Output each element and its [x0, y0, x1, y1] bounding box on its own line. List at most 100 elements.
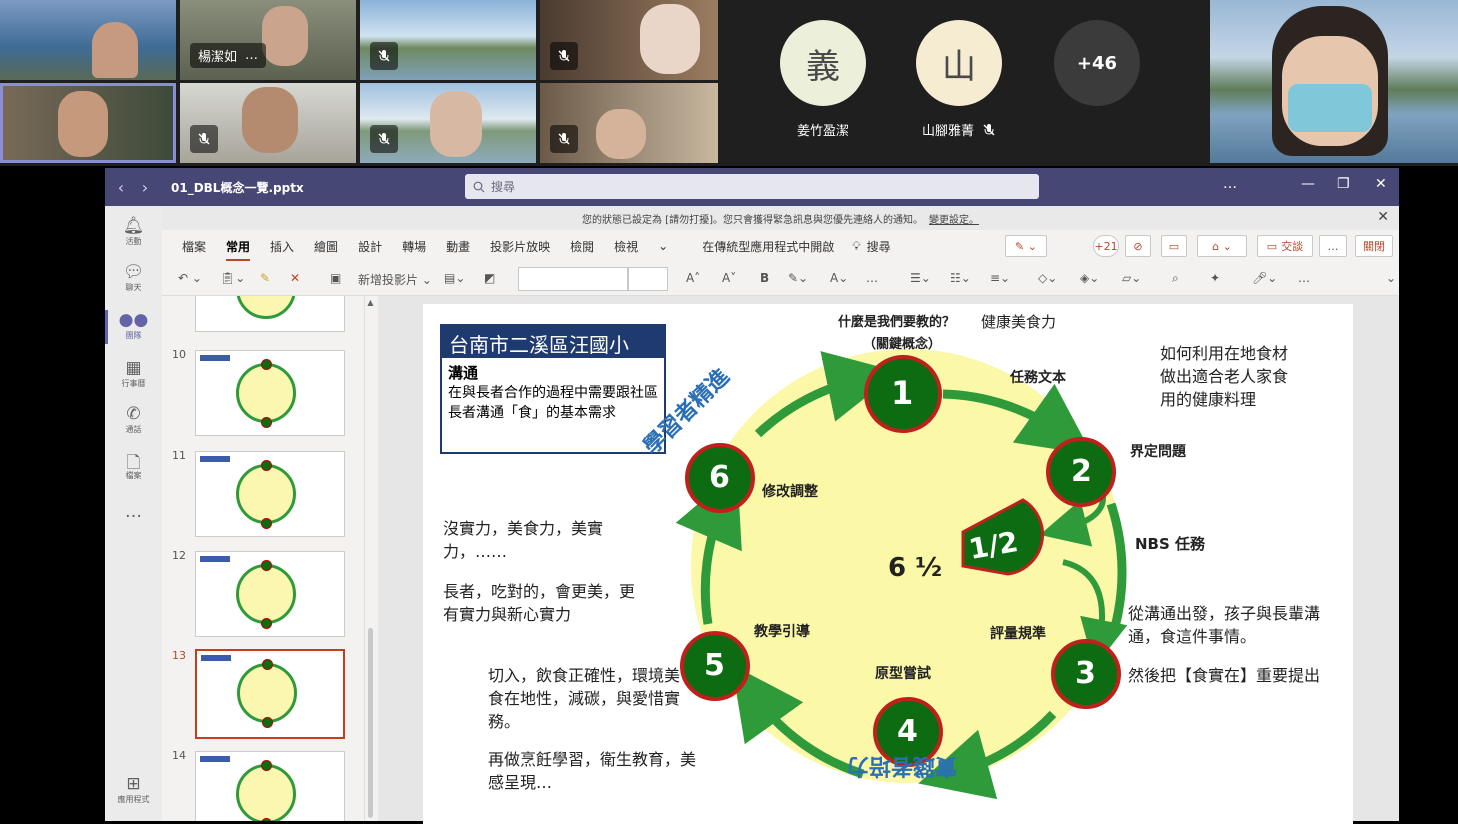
slide-thumbnail[interactable] [195, 350, 345, 436]
delete-icon[interactable]: ✕ [290, 271, 300, 285]
more-options-icon[interactable]: … [1298, 271, 1310, 285]
tab-animations[interactable]: 動畫 [446, 238, 470, 255]
align-icon[interactable]: ≡⌄ [990, 271, 1010, 285]
rail-calendar[interactable]: ▦ 行事曆 [105, 358, 162, 389]
decrease-font-icon[interactable]: A˅ [722, 271, 736, 285]
participant-tile-8[interactable] [540, 83, 718, 163]
undo-icon[interactable]: ↶ ⌄ [178, 271, 202, 285]
participant-name: 山腳雅菁 [921, 124, 974, 139]
shapes-icon[interactable]: ◇⌄ [1038, 271, 1057, 285]
rail-more[interactable]: … [105, 502, 162, 522]
participant-tile-1[interactable] [0, 0, 176, 80]
avatar-participant-1[interactable]: 義 姜竹盈潔 [778, 20, 868, 139]
tab-draw[interactable]: 繪圖 [314, 238, 338, 255]
tab-insert[interactable]: 插入 [270, 238, 294, 255]
scroll-thumb[interactable] [368, 628, 373, 818]
background-icon[interactable]: ◩ [484, 271, 495, 285]
search-placeholder: 搜尋 [491, 180, 516, 194]
tab-view[interactable]: 檢視 [614, 238, 638, 255]
scroll-up-icon[interactable]: ▲ [365, 298, 376, 307]
minimize-icon[interactable]: — [1301, 176, 1315, 192]
restore-icon[interactable]: ❐ [1337, 176, 1350, 192]
more-options-icon[interactable]: … [1223, 176, 1237, 192]
slide-thumbnail[interactable] [195, 751, 345, 821]
bold-icon[interactable]: B [760, 271, 769, 285]
comment-icon[interactable]: ▭ [1161, 235, 1187, 257]
share-link-icon[interactable]: ⊘ [1125, 235, 1151, 257]
rail-chat[interactable]: 💬︎ 聊天 [105, 262, 162, 293]
new-slide-icon[interactable]: ▣ [330, 271, 341, 285]
rail-activity[interactable]: 🔔︎ 活動 [105, 216, 162, 247]
tab-home[interactable]: 常用 [226, 238, 251, 261]
dictate-icon[interactable]: 🎤︎⌄ [1252, 271, 1277, 285]
collapse-ribbon-icon[interactable]: ⌄ [1386, 271, 1396, 285]
participant-tile-7[interactable] [360, 83, 536, 163]
slide[interactable]: 台南市二溪區汪國小 溝通 在與長者合作的過程中需要跟社區長者溝通「食」的基本需求… [423, 304, 1353, 824]
outline-icon[interactable]: ▱⌄ [1122, 271, 1141, 285]
edit-mode-button[interactable]: ✎ ⌄ [1005, 235, 1047, 257]
avatar-participant-2[interactable]: 山 山腳雅菁 [914, 20, 1004, 139]
more-options-icon[interactable]: … [245, 48, 258, 63]
numbering-icon[interactable]: ☷⌄ [950, 271, 971, 285]
more-font-icon[interactable]: … [866, 271, 878, 285]
thumbnail-title [201, 655, 231, 661]
participant-tile-4[interactable] [540, 0, 718, 80]
self-view-tile[interactable] [1210, 0, 1458, 163]
highlight-icon[interactable]: ✎⌄ [788, 271, 808, 285]
question-text: 什麼是我們要教的？ [838, 315, 956, 330]
format-painter-icon[interactable]: ✎ [260, 271, 270, 285]
tab-review[interactable]: 檢閱 [570, 238, 594, 255]
tab-design[interactable]: 設計 [358, 238, 382, 255]
tab-transitions[interactable]: 轉場 [402, 238, 426, 255]
slide-thumbnail[interactable] [195, 451, 345, 537]
rail-apps[interactable]: ⊞ 應用程式 [105, 774, 162, 805]
overflow-count: +46 [1054, 20, 1140, 106]
find-icon[interactable]: ⌕ [1172, 271, 1179, 286]
close-icon[interactable]: ✕ [1377, 209, 1389, 225]
fill-icon[interactable]: ◈⌄ [1080, 271, 1099, 285]
rail-calls[interactable]: ✆ 通話 [105, 404, 162, 435]
close-button[interactable]: 關閉 [1355, 235, 1393, 257]
chat-icon: 💬︎ [122, 262, 145, 282]
tab-file[interactable]: 檔案 [182, 238, 206, 255]
chevron-down-icon[interactable]: ⌄ [658, 239, 668, 253]
participant-tile-yang[interactable]: 楊潔如 … [180, 0, 356, 80]
change-settings-link[interactable]: 變更設定。 [929, 211, 979, 226]
thumbnail-step [261, 460, 272, 471]
rail-files[interactable]: 🗋 檔案 [105, 450, 162, 481]
ribbon-search-label[interactable]: 搜尋 [867, 238, 891, 255]
slide-thumbnail[interactable] [195, 551, 345, 637]
more-options-icon[interactable]: … [1319, 235, 1347, 257]
thumbnail-scrollbar[interactable]: ▲ [364, 296, 376, 821]
slide-thumbnail-partial[interactable] [195, 296, 345, 332]
coauthors-badge[interactable]: +21 [1093, 235, 1119, 257]
participant-tile-6[interactable] [180, 83, 356, 163]
overflow-participants[interactable]: +46 [1052, 20, 1142, 106]
slide-thumbnail-selected[interactable] [195, 649, 345, 739]
designer-icon[interactable]: ✦ [1210, 271, 1220, 285]
mic-off-icon [190, 125, 218, 153]
new-slide-label: 新增投影片 [358, 273, 419, 287]
conversation-button[interactable]: ▭ 交談 [1257, 235, 1313, 257]
note-left-1: 沒實力，美食力，美實力，…… [443, 519, 604, 562]
bullets-icon[interactable]: ☰⌄ [910, 271, 931, 285]
back-arrow-icon[interactable]: ‹ [109, 178, 133, 197]
open-in-desktop-button[interactable]: 在傳統型應用程式中開啟 [702, 238, 834, 255]
tab-slideshow[interactable]: 投影片放映 [490, 238, 550, 255]
new-slide-button[interactable]: 新增投影片 ⌄ [358, 271, 432, 288]
rail-teams[interactable]: ●● 團隊 [105, 310, 162, 344]
font-color-icon[interactable]: A⌄ [830, 271, 848, 285]
step-number: 5 [704, 648, 725, 683]
participant-tile-active-speaker[interactable] [0, 83, 176, 163]
search-input[interactable]: 搜尋 [465, 174, 1039, 199]
paste-icon[interactable]: 📋︎⌄ [220, 271, 245, 285]
participant-tile-3[interactable] [360, 0, 536, 80]
layout-icon[interactable]: ▤⌄ [444, 271, 465, 285]
font-size-select[interactable] [628, 267, 668, 291]
forward-arrow-icon[interactable]: › [133, 178, 157, 197]
font-family-select[interactable] [518, 267, 628, 291]
increase-font-icon[interactable]: A˄ [686, 271, 700, 285]
present-button[interactable]: ⌂ ⌄ [1197, 235, 1247, 257]
rail-label: 活動 [125, 237, 142, 246]
close-icon[interactable]: ✕ [1375, 176, 1387, 192]
